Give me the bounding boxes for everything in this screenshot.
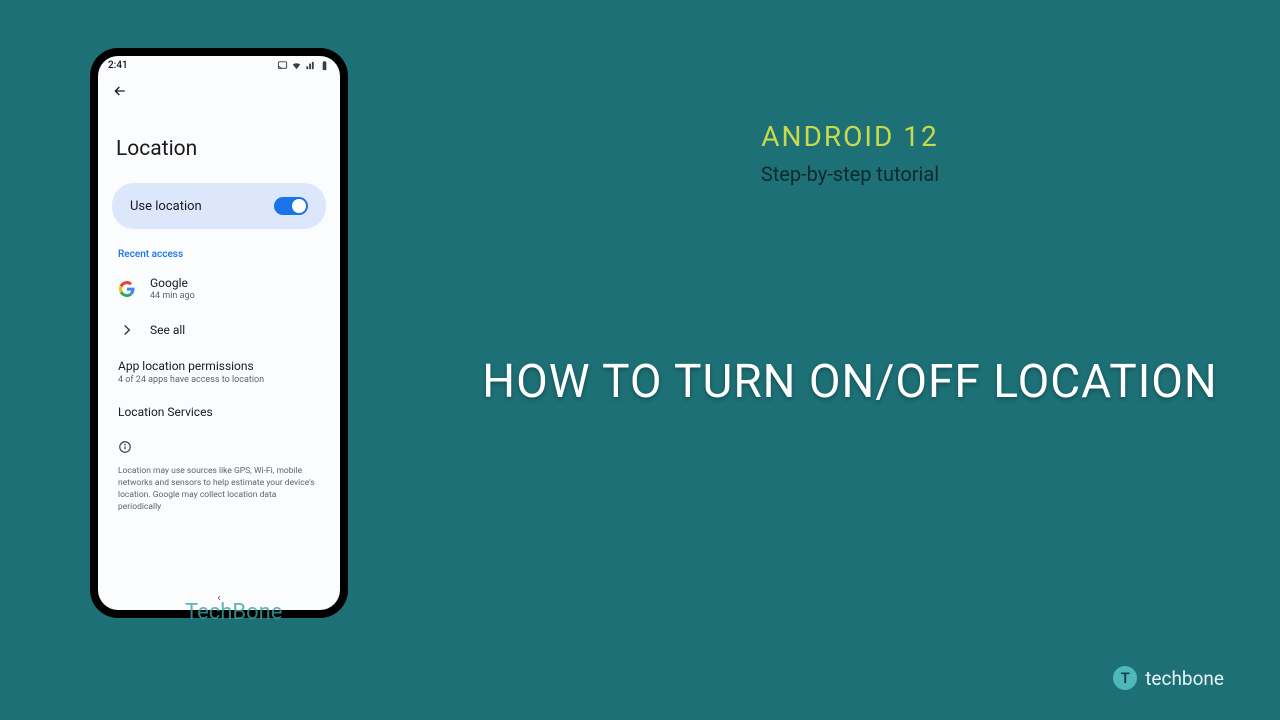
chevron-right-icon	[118, 321, 136, 339]
toggle-label: Use location	[130, 199, 202, 214]
status-bar: 2:41	[98, 56, 340, 73]
cast-icon	[277, 60, 288, 71]
status-icons	[277, 60, 330, 71]
info-icon	[98, 429, 340, 462]
page-title: Location	[98, 107, 340, 183]
slide-headline: ANDROID 12	[510, 120, 1190, 153]
google-name: Google	[150, 276, 195, 290]
app-perm-title: App location permissions	[118, 359, 320, 373]
battery-icon	[319, 60, 330, 71]
phone-frame: 2:41 Location Use location Recent access	[90, 48, 348, 618]
phone-screen: 2:41 Location Use location Recent access	[98, 56, 340, 610]
services-title: Location Services	[118, 405, 320, 419]
use-location-toggle[interactable]: Use location	[112, 183, 326, 229]
app-permissions-item[interactable]: App location permissions 4 of 24 apps ha…	[98, 349, 340, 395]
watermark-text: TechBone	[185, 600, 282, 625]
google-icon	[118, 280, 136, 298]
app-perm-sub: 4 of 24 apps have access to location	[118, 375, 320, 385]
wifi-icon	[291, 60, 302, 71]
back-row	[98, 73, 340, 107]
recent-item-google[interactable]: Google 44 min ago	[98, 266, 340, 311]
brand-badge-icon: T	[1113, 666, 1137, 690]
signal-icon	[305, 60, 316, 71]
location-services-item[interactable]: Location Services	[98, 395, 340, 429]
google-meta: 44 min ago	[150, 291, 195, 301]
back-button[interactable]	[112, 84, 128, 103]
brand-logo: T techbone	[1113, 666, 1224, 690]
info-text: Location may use sources like GPS, Wi-Fi…	[98, 462, 340, 514]
arrow-left-icon	[112, 83, 128, 99]
slide-subhead: Step-by-step tutorial	[510, 162, 1190, 186]
see-all-label: See all	[150, 323, 185, 337]
status-time: 2:41	[108, 60, 128, 71]
see-all-item[interactable]: See all	[98, 311, 340, 349]
slide-title: HOW TO TURN ON/OFF LOCATION	[460, 355, 1240, 409]
brand-name: techbone	[1145, 667, 1224, 690]
switch-on-icon[interactable]	[274, 197, 308, 215]
recent-access-label: Recent access	[98, 229, 340, 266]
